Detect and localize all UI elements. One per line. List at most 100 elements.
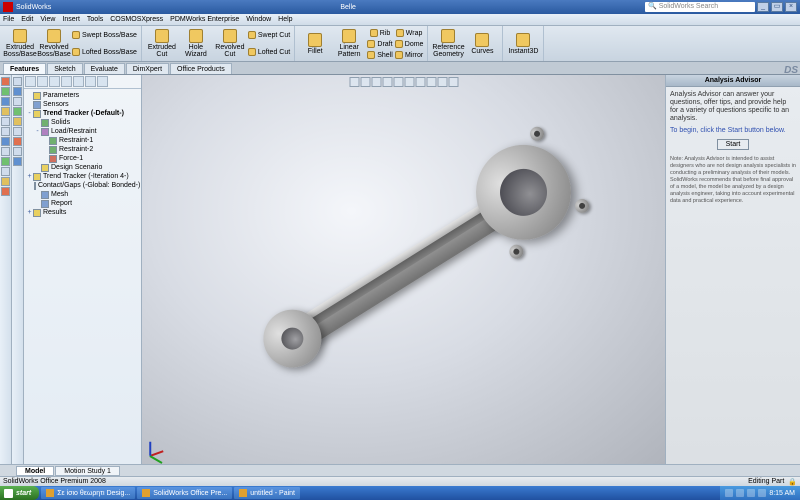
view-tool-icon[interactable] (382, 77, 392, 87)
tray-icon[interactable] (747, 489, 755, 497)
menu-cosmosxpress[interactable]: COSMOSXpress (110, 16, 163, 23)
view-tool-icon[interactable] (360, 77, 370, 87)
ribbon-wrap[interactable]: Wrap (394, 27, 425, 38)
ribbon-rib[interactable]: Rib (366, 27, 394, 38)
menu-edit[interactable]: Edit (21, 16, 33, 23)
menu-window[interactable]: Window (246, 16, 271, 23)
ribbon-hole-wizard[interactable]: Hole Wizard (179, 27, 213, 60)
ribbon-dome[interactable]: Dome (394, 38, 425, 49)
view-tool-icon[interactable] (349, 77, 359, 87)
tool-btn[interactable] (13, 77, 22, 86)
tree-node[interactable]: Sensors (26, 100, 139, 109)
tree-node[interactable]: -Trend Tracker (-Default-) (26, 109, 139, 118)
orientation-triad-icon[interactable] (150, 434, 172, 456)
tool-btn[interactable] (1, 137, 10, 146)
expand-icon[interactable]: - (26, 110, 33, 117)
ribbon-linear-pattern[interactable]: Linear Pattern (332, 27, 366, 60)
system-tray[interactable]: 8:15 AM (720, 486, 800, 500)
tool-btn[interactable] (13, 157, 22, 166)
tool-btn[interactable] (1, 167, 10, 176)
btab-model[interactable]: Model (16, 466, 54, 476)
view-tool-icon[interactable] (426, 77, 436, 87)
tool-btn[interactable] (1, 147, 10, 156)
fm-tab-icon[interactable] (73, 76, 84, 87)
ribbon-swept-cut[interactable]: Swept Cut (247, 30, 291, 41)
tab-dimxpert[interactable]: DimXpert (126, 63, 169, 74)
tree-node[interactable]: Force-1 (26, 154, 139, 163)
ribbon-reference-geometry[interactable]: Reference Geometry (431, 27, 465, 60)
tool-btn[interactable] (1, 157, 10, 166)
view-tool-icon[interactable] (371, 77, 381, 87)
fm-tab-icon[interactable] (97, 76, 108, 87)
menu-help[interactable]: Help (278, 16, 292, 23)
tab-features[interactable]: Features (3, 63, 46, 74)
tool-btn[interactable] (1, 77, 10, 86)
ribbon-swept-boss-base[interactable]: Swept Boss/Base (71, 30, 138, 41)
taskbar-item[interactable]: Σε ίσιο θεωρητι Desig... (41, 487, 135, 499)
tree-node[interactable]: Solids (26, 118, 139, 127)
tool-btn[interactable] (1, 127, 10, 136)
menu-view[interactable]: View (40, 16, 55, 23)
ribbon-extruded-cut[interactable]: Extruded Cut (145, 27, 179, 60)
fm-tab-icon[interactable] (49, 76, 60, 87)
view-tool-icon[interactable] (415, 77, 425, 87)
tree-node[interactable]: Design Scenario (26, 163, 139, 172)
tree-node[interactable]: Report (26, 199, 139, 208)
view-tool-icon[interactable] (404, 77, 414, 87)
fm-tab-icon[interactable] (61, 76, 72, 87)
view-tool-icon[interactable] (393, 77, 403, 87)
tab-sketch[interactable]: Sketch (47, 63, 82, 74)
taskbar-item[interactable]: SolidWorks Office Pre... (137, 487, 232, 499)
tree-node[interactable]: Mesh (26, 190, 139, 199)
menu-pdmworks enterprise[interactable]: PDMWorks Enterprise (170, 16, 239, 23)
ribbon-shell[interactable]: Shell (366, 49, 394, 60)
ribbon-draft[interactable]: Draft (366, 38, 394, 49)
fm-tab-icon[interactable] (85, 76, 96, 87)
tool-btn[interactable] (1, 117, 10, 126)
tree-node[interactable]: -Load/Restraint (26, 127, 139, 136)
taskbar-item[interactable]: untitled - Paint (234, 487, 300, 499)
maximize-button[interactable]: ▭ (771, 2, 783, 12)
tool-btn[interactable] (13, 117, 22, 126)
tool-btn[interactable] (13, 127, 22, 136)
ribbon-revolved-boss-base[interactable]: Revolved Boss/Base (37, 27, 71, 60)
tool-btn[interactable] (1, 177, 10, 186)
menu-file[interactable]: File (3, 16, 14, 23)
ribbon-instant3d[interactable]: Instant3D (506, 27, 540, 60)
tree-node[interactable]: Parameters (26, 91, 139, 100)
tray-icon[interactable] (758, 489, 766, 497)
fm-tab-icon[interactable] (25, 76, 36, 87)
expand-icon[interactable]: + (26, 209, 33, 216)
ribbon-lofted-boss-base[interactable]: Lofted Boss/Base (71, 46, 138, 57)
start-button[interactable]: start (0, 486, 39, 500)
expand-icon[interactable]: - (34, 128, 41, 135)
fm-tab-icon[interactable] (37, 76, 48, 87)
view-tool-icon[interactable] (437, 77, 447, 87)
tab-office-products[interactable]: Office Products (170, 63, 232, 74)
ribbon-mirror[interactable]: Mirror (394, 49, 425, 60)
tree-node[interactable]: +Trend Tracker (-Iteration 4-) (26, 172, 139, 181)
menu-insert[interactable]: Insert (62, 16, 80, 23)
ribbon-revolved-cut[interactable]: Revolved Cut (213, 27, 247, 60)
tool-btn[interactable] (1, 97, 10, 106)
tool-btn[interactable] (13, 147, 22, 156)
advisor-start-button[interactable]: Start (717, 139, 750, 150)
tree-node[interactable]: Contact/Gaps (-Global: Bonded-) (26, 181, 139, 190)
expand-icon[interactable]: + (26, 173, 33, 180)
tray-icon[interactable] (736, 489, 744, 497)
tool-btn[interactable] (13, 87, 22, 96)
ribbon-extruded-boss-base[interactable]: Extruded Boss/Base (3, 27, 37, 60)
btab-motion-study-1[interactable]: Motion Study 1 (55, 466, 120, 476)
close-button[interactable]: × (785, 2, 797, 12)
ribbon-lofted-cut[interactable]: Lofted Cut (247, 46, 291, 57)
view-tool-icon[interactable] (448, 77, 458, 87)
tray-icon[interactable] (725, 489, 733, 497)
tool-btn[interactable] (1, 107, 10, 116)
tree-node[interactable]: +Results (26, 208, 139, 217)
menu-tools[interactable]: Tools (87, 16, 103, 23)
tab-evaluate[interactable]: Evaluate (84, 63, 125, 74)
tool-btn[interactable] (13, 107, 22, 116)
tool-btn[interactable] (13, 97, 22, 106)
tree-node[interactable]: Restraint-1 (26, 136, 139, 145)
tool-btn[interactable] (1, 87, 10, 96)
